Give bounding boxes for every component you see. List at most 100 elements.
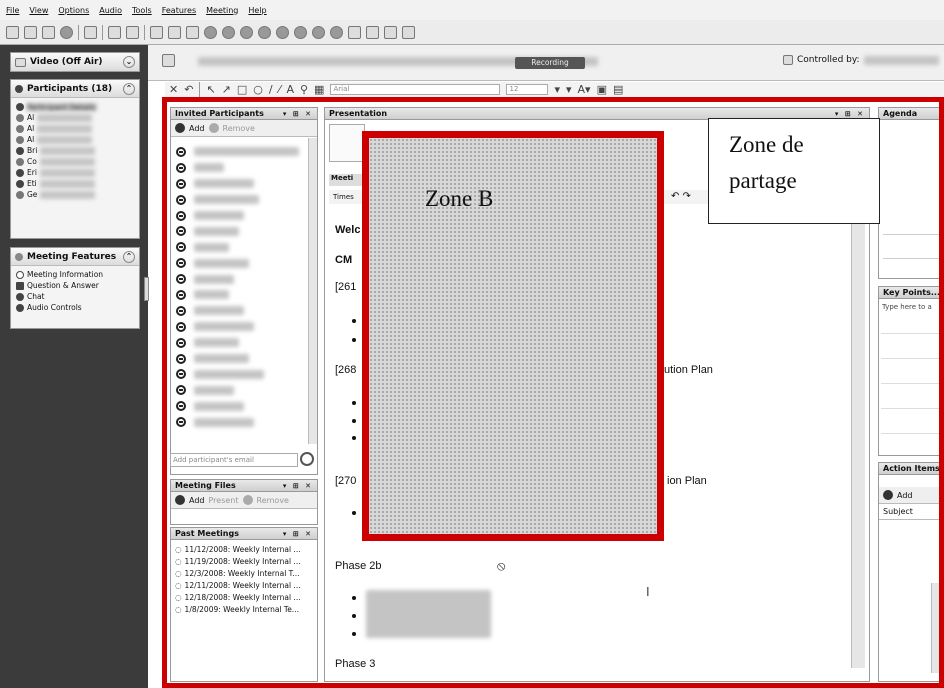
audio-icon[interactable] — [276, 25, 289, 39]
participant-row[interactable]: Co — [11, 156, 139, 167]
list-item[interactable] — [171, 414, 309, 430]
participant-email-input[interactable]: Add participant's email — [170, 453, 298, 467]
record-icon[interactable] — [222, 25, 235, 39]
audio-icon[interactable] — [294, 25, 307, 39]
layout-icon[interactable] — [42, 25, 55, 39]
close-icon[interactable]: ✕ — [169, 83, 178, 96]
text-icon[interactable]: A — [286, 83, 294, 96]
list-item[interactable] — [171, 176, 309, 192]
grid-icon[interactable]: ▣ — [597, 83, 607, 96]
column-header-subject[interactable]: Subject — [879, 504, 943, 520]
rectangle-icon[interactable]: □ — [237, 83, 247, 96]
font-select[interactable]: Arial — [330, 84, 501, 95]
feature-qa[interactable]: Question & Answer — [11, 280, 139, 291]
line-icon[interactable]: ↗ — [222, 83, 231, 96]
menu-options[interactable]: Options — [58, 6, 89, 15]
list-item[interactable] — [171, 287, 309, 303]
list-item[interactable] — [171, 239, 309, 255]
view-icon[interactable] — [84, 25, 97, 39]
presentation-scrollbar[interactable] — [851, 168, 865, 668]
chevron-up-icon[interactable]: ⌃ — [123, 82, 135, 95]
record-icon[interactable] — [204, 25, 217, 39]
present-icon[interactable] — [126, 25, 139, 39]
participant-row[interactable]: Eti — [11, 178, 139, 189]
list-item[interactable] — [171, 366, 309, 382]
add-email-button[interactable] — [300, 452, 314, 466]
list-item[interactable] — [171, 398, 309, 414]
font-color-icon[interactable]: ▾ — [554, 83, 560, 96]
past-meeting-item[interactable]: ◌ 12/18/2008: Weekly Internal ... — [171, 591, 317, 603]
past-meeting-item[interactable]: ◌ 12/3/2008: Weekly Internal T... — [171, 567, 317, 579]
list-item[interactable] — [171, 223, 309, 239]
text-color-icon[interactable]: A▾ — [578, 83, 591, 96]
lock-icon[interactable] — [168, 25, 181, 39]
participant-row[interactable]: Al — [11, 112, 139, 123]
undo-icon[interactable]: ↶ — [184, 83, 193, 96]
menu-features[interactable]: Features — [162, 6, 196, 15]
remove-participant-button[interactable]: Remove — [223, 124, 255, 133]
feature-meeting-info[interactable]: Meeting Information — [11, 269, 139, 280]
participant-row[interactable]: Eri — [11, 167, 139, 178]
participants-header[interactable]: Participants (18) ⌃ — [11, 80, 139, 98]
image-icon[interactable]: ▦ — [314, 83, 324, 96]
invited-scrollbar[interactable] — [308, 138, 317, 444]
pen-icon[interactable]: / — [269, 83, 273, 96]
video-panel[interactable]: Video (Off Air) ⌄ — [10, 52, 140, 72]
past-meeting-item[interactable]: ◌ 1/8/2009: Weekly Internal Te... — [171, 603, 317, 615]
window-icon[interactable] — [366, 25, 379, 39]
participant-details[interactable]: Participant Details — [11, 101, 139, 112]
add-icon[interactable] — [883, 490, 893, 500]
highlighter-icon[interactable]: ⁄ — [279, 83, 281, 96]
window-icon[interactable] — [384, 25, 397, 39]
chevron-down-icon[interactable]: ⌄ — [123, 56, 135, 68]
add-file-button[interactable]: Add — [189, 496, 205, 505]
panel-controls[interactable]: ▾ ⊞ ✕ — [835, 110, 869, 118]
list-item[interactable] — [171, 271, 309, 287]
list-item[interactable] — [171, 144, 309, 160]
participant-row[interactable]: Al — [11, 123, 139, 134]
ellipse-icon[interactable]: ○ — [253, 83, 263, 96]
fill-color-icon[interactable]: ▾ — [566, 83, 572, 96]
print-icon[interactable] — [150, 25, 163, 39]
menu-tools[interactable]: Tools — [132, 6, 152, 15]
chevron-up-icon[interactable]: ⌃ — [123, 250, 135, 263]
list-item[interactable] — [171, 319, 309, 335]
font-size-select[interactable]: 12 — [506, 84, 549, 95]
feature-chat[interactable]: Chat — [11, 291, 139, 302]
panel-controls[interactable]: ▾ ⊞ ✕ — [283, 530, 317, 538]
features-header[interactable]: Meeting Features ⌃ — [11, 248, 139, 266]
menu-help[interactable]: Help — [248, 6, 266, 15]
present-icon[interactable] — [108, 25, 121, 39]
snapshot-icon[interactable]: ▤ — [613, 83, 623, 96]
share-icon[interactable] — [60, 25, 73, 39]
panel-controls[interactable]: ▾ ⊞ ✕ — [283, 482, 317, 490]
add-participant-button[interactable]: Add — [189, 124, 205, 133]
past-meeting-item[interactable]: ◌ 12/11/2008: Weekly Internal ... — [171, 579, 317, 591]
past-meeting-item[interactable]: ◌ 11/19/2008: Weekly Internal ... — [171, 555, 317, 567]
panel-controls[interactable]: ▾ ⊞ ✕ — [283, 110, 317, 118]
remove-file-button[interactable]: Remove — [257, 496, 289, 505]
list-item[interactable] — [171, 160, 309, 176]
window-icon[interactable] — [348, 25, 361, 39]
present-file-button[interactable]: Present — [209, 496, 239, 505]
sidebar-collapse-handle[interactable] — [144, 277, 149, 301]
add-action-button[interactable]: Add — [897, 491, 913, 500]
menu-audio[interactable]: Audio — [99, 6, 122, 15]
menu-view[interactable]: View — [29, 6, 48, 15]
list-item[interactable] — [171, 351, 309, 367]
add-icon[interactable] — [175, 495, 185, 505]
actions-scrollbar[interactable] — [931, 583, 943, 673]
feature-audio[interactable]: Audio Controls — [11, 302, 139, 313]
list-item[interactable] — [171, 303, 309, 319]
list-item[interactable] — [171, 208, 309, 224]
list-item[interactable] — [171, 255, 309, 271]
zoom-icon[interactable]: ⚲ — [300, 83, 308, 96]
layout-icon[interactable] — [6, 25, 19, 39]
list-item[interactable] — [171, 335, 309, 351]
list-item[interactable] — [171, 382, 309, 398]
add-icon[interactable] — [175, 123, 185, 133]
participant-row[interactable]: Al — [11, 134, 139, 145]
participant-row[interactable]: Bri — [11, 145, 139, 156]
menu-meeting[interactable]: Meeting — [206, 6, 238, 15]
list-item[interactable] — [171, 192, 309, 208]
